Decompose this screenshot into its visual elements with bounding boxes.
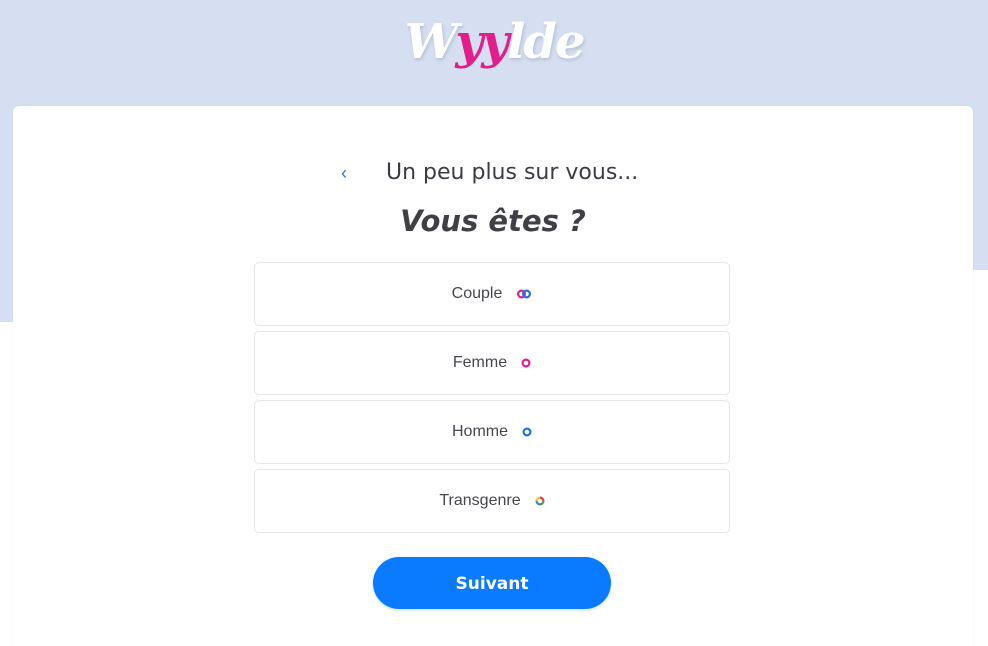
option-label: Transgenre <box>439 492 521 509</box>
background-edge <box>973 270 988 330</box>
option-femme[interactable]: Femme <box>254 331 730 395</box>
question-title: Vous êtes ? <box>400 204 586 238</box>
option-label: Femme <box>452 354 508 371</box>
couple-rings-icon <box>516 286 532 304</box>
wyylde-logo: Wyylde <box>0 10 988 74</box>
form-card: ‹ Un peu plus sur vous... Vous êtes ? Co… <box>13 106 973 646</box>
signup-page: Wyylde ‹ Un peu plus sur vous... Vous êt… <box>0 0 988 646</box>
logo-part-3: lde <box>507 14 585 70</box>
option-label: Couple <box>451 285 503 302</box>
step-title: Un peu plus sur vous... <box>386 160 639 185</box>
option-homme[interactable]: Homme <box>254 400 730 464</box>
option-couple[interactable]: Couple <box>254 262 730 326</box>
option-label: Homme <box>451 423 508 440</box>
next-button[interactable]: Suivant <box>373 557 611 609</box>
pink-ring-icon <box>521 355 531 373</box>
option-transgenre[interactable]: Transgenre <box>254 469 730 533</box>
gender-options: Couple Femme Homme Transgenre <box>254 262 730 538</box>
blue-ring-icon <box>522 424 532 442</box>
logo-part-1: W <box>404 14 458 70</box>
logo-part-2: yy <box>455 14 509 70</box>
chevron-left-icon[interactable]: ‹ <box>335 162 353 184</box>
rainbow-ring-icon <box>535 493 545 511</box>
step-header: ‹ Un peu plus sur vous... <box>13 158 973 188</box>
